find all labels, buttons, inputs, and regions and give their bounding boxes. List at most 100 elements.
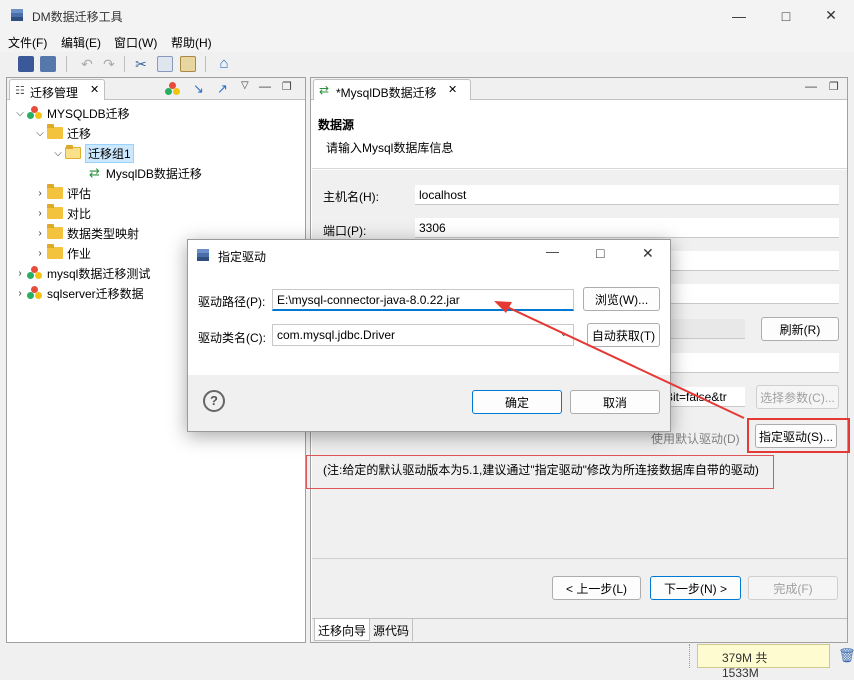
maximize-icon[interactable]: □ [763, 0, 809, 31]
redo-icon[interactable]: ↷ [101, 56, 117, 72]
close-tab-icon[interactable]: ✕ [90, 83, 99, 96]
tree-item-compare[interactable]: › 对比 [33, 203, 91, 223]
chevron-right-icon[interactable]: › [13, 288, 27, 299]
host-input[interactable]: localhost [415, 185, 839, 205]
driver-class-label: 驱动类名(C): [198, 331, 266, 345]
chevron-down-icon[interactable]: ⌵ [13, 108, 27, 119]
tree-item-migration-group[interactable]: ⌵ 迁移组1 [51, 143, 134, 163]
migrate-arrows-icon: ⇄ [319, 83, 330, 97]
view-menu-icon[interactable]: ▽ [241, 80, 249, 91]
prev-button[interactable]: < 上一步(L) [552, 576, 641, 600]
folder-icon [47, 184, 63, 199]
tree-item-mysql-test[interactable]: › mysql数据迁移测试 [13, 263, 150, 283]
browse-button[interactable]: 浏览(W)... [583, 287, 660, 311]
tree-item-jobs[interactable]: › 作业 [33, 243, 91, 263]
chevron-right-icon[interactable]: › [33, 248, 47, 259]
folder-icon [47, 244, 63, 259]
help-icon[interactable]: ? [203, 390, 225, 412]
minimize-view-icon[interactable]: — [805, 79, 817, 93]
chevron-right-icon[interactable]: › [33, 208, 47, 219]
chevron-down-icon[interactable]: ⌵ [33, 128, 47, 139]
toolbar-divider [124, 56, 125, 72]
app-icon [10, 8, 24, 22]
next-button[interactable]: 下一步(N) > [650, 576, 741, 600]
tree-icon: ☷ [15, 85, 25, 97]
home-icon[interactable]: ⌂ [216, 56, 232, 72]
dialog-button-bar: ? 确定 取消 [188, 375, 670, 431]
tree-item-sqlserver[interactable]: › sqlserver迁移数据 [13, 283, 144, 303]
project-icon [27, 106, 43, 120]
project-icon [27, 286, 43, 300]
port-label: 端口(P): [323, 224, 367, 238]
import-icon[interactable]: ↘ [193, 81, 204, 97]
maximize-view-icon[interactable]: ❐ [282, 80, 292, 93]
maximize-view-icon[interactable]: ❐ [829, 80, 839, 93]
tree-item-assess[interactable]: › 评估 [33, 183, 91, 203]
driver-path-input[interactable]: E:\mysql-connector-java-8.0.22.jar [272, 289, 574, 311]
tree-item-mysqldb-migration[interactable]: ⇄ MysqlDB数据迁移 [89, 163, 202, 183]
tree-item-migration[interactable]: ⌵ 迁移 [33, 123, 91, 143]
project-icon [27, 266, 43, 280]
menu-edit[interactable]: 编辑(E) [61, 34, 101, 51]
chevron-down-icon[interactable]: ⌄ [560, 328, 568, 339]
export-icon[interactable]: ↗ [217, 81, 228, 97]
new-project-icon[interactable] [165, 82, 181, 99]
dialog-maximize-icon[interactable]: □ [596, 245, 604, 261]
host-label: 主机名(H): [323, 190, 379, 204]
memory-indicator: 379M 共 1533M [697, 644, 830, 680]
minimize-view-icon[interactable]: — [259, 79, 271, 93]
folder-icon [47, 124, 63, 139]
menu-file[interactable]: 文件(F) [8, 34, 47, 51]
ok-button[interactable]: 确定 [472, 390, 562, 414]
close-tab-icon[interactable]: ✕ [448, 83, 457, 96]
tree-item-type-mapping[interactable]: › 数据类型映射 [33, 223, 139, 243]
cut-icon[interactable]: ✂ [133, 56, 149, 72]
dialog-minimize-icon[interactable]: — [546, 244, 559, 259]
tab-mysqldb-migration[interactable]: ⇄ *MysqlDB数据迁移 ✕ [313, 79, 471, 100]
close-icon[interactable]: ✕ [808, 0, 854, 31]
chevron-right-icon[interactable]: › [13, 268, 27, 279]
menu-window[interactable]: 窗口(W) [114, 34, 157, 51]
copy-icon[interactable] [157, 56, 173, 72]
folder-open-icon [65, 145, 81, 159]
app-title: DM数据迁移工具 [32, 10, 123, 24]
driver-path-label: 驱动路径(P): [198, 295, 266, 309]
driver-note: (注:给定的默认驱动版本为5.1,建议通过"指定驱动"修改为所连接数据库自带的驱… [323, 463, 759, 477]
cancel-button[interactable]: 取消 [570, 390, 660, 414]
migrate-arrows-icon: ⇄ [89, 165, 100, 180]
finish-button[interactable]: 完成(F) [748, 576, 838, 600]
toolbar-divider [205, 56, 206, 72]
status-grip [689, 644, 692, 668]
tab-source[interactable]: 源代码 [370, 619, 414, 641]
chevron-right-icon[interactable]: › [33, 188, 47, 199]
bottom-tabs: 迁移向导 源代码 [312, 618, 847, 642]
specify-driver-button[interactable]: 指定驱动(S)... [755, 424, 837, 448]
paste-icon[interactable] [180, 56, 196, 72]
wizard-separator [312, 558, 847, 559]
trash-icon[interactable]: 🗑 [838, 647, 854, 664]
select-params-button[interactable]: 选择参数(C)... [756, 385, 839, 409]
toolbar: ↶ ↷ ✂ ⌂ [0, 52, 854, 76]
chevron-right-icon[interactable]: › [33, 228, 47, 239]
driver-class-select[interactable]: com.mysql.jdbc.Driver [272, 324, 574, 346]
page-subtitle: 请输入Mysql数据库信息 [326, 141, 454, 155]
tab-wizard[interactable]: 迁移向导 [314, 619, 371, 641]
refresh-button[interactable]: 刷新(R) [761, 317, 839, 341]
save-all-icon[interactable] [40, 56, 56, 72]
minimize-icon[interactable]: — [716, 0, 762, 31]
dialog-close-icon[interactable]: ✕ [642, 245, 654, 262]
specify-driver-dialog: 指定驱动 — □ ✕ 驱动路径(P): E:\mysql-connector-j… [187, 239, 671, 432]
menu-help[interactable]: 帮助(H) [171, 34, 212, 51]
auto-fetch-button[interactable]: 自动获取(T) [587, 323, 660, 347]
dialog-app-icon [196, 248, 210, 262]
folder-icon [47, 224, 63, 239]
save-icon[interactable] [18, 56, 34, 72]
tree-item-mysqldb-project[interactable]: ⌵ MYSQLDB迁移 [13, 103, 130, 123]
port-input[interactable]: 3306 [415, 218, 839, 238]
dialog-title: 指定驱动 [218, 250, 267, 264]
undo-icon[interactable]: ↶ [79, 56, 95, 72]
chevron-down-icon[interactable]: ⌵ [51, 148, 65, 159]
use-default-driver-link[interactable]: 使用默认驱动(D) [651, 430, 740, 447]
tab-migration-management[interactable]: ☷ 迁移管理 ✕ [9, 79, 105, 100]
title-bar: DM数据迁移工具 — □ ✕ [0, 0, 854, 31]
